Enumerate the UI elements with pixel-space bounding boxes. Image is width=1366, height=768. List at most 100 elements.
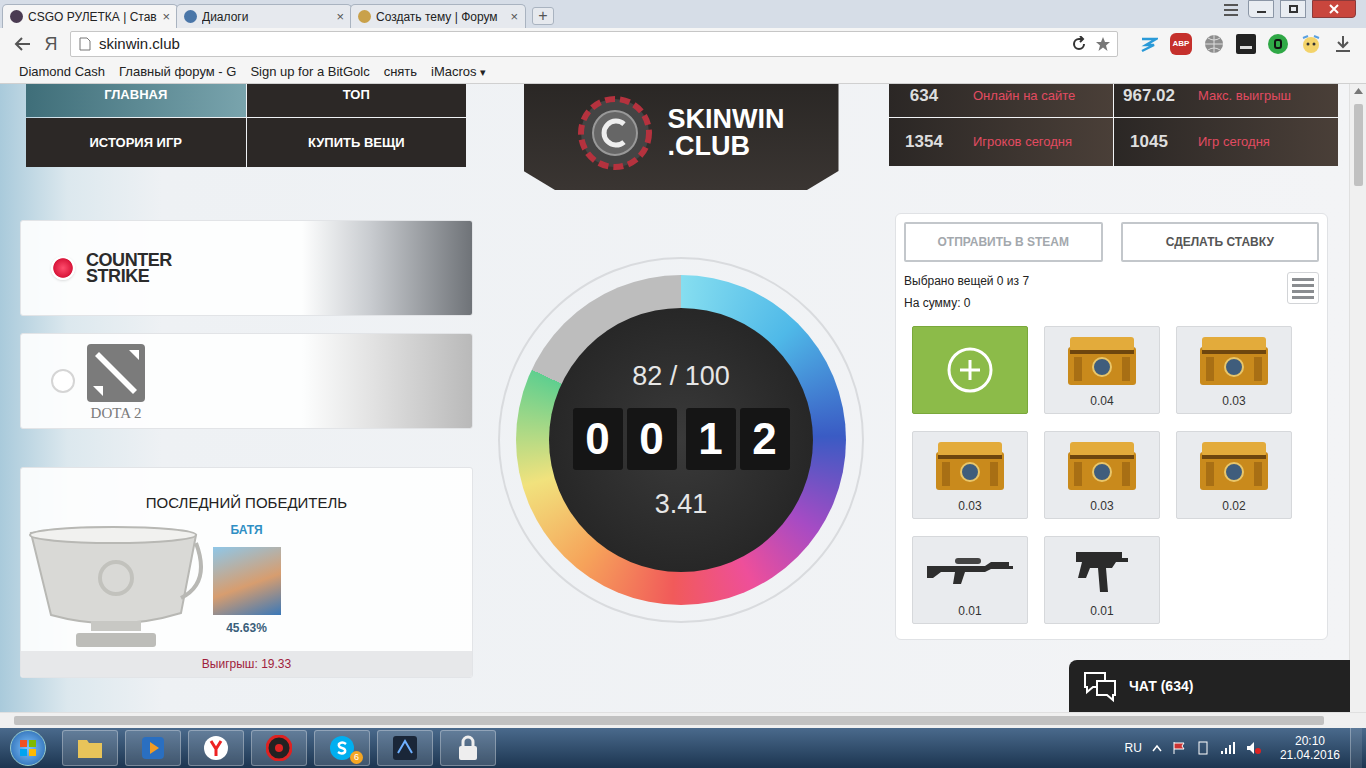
item-price: 0.01 (958, 602, 981, 620)
scrollbar-thumb[interactable] (14, 716, 1324, 725)
yandex-button[interactable]: Я (42, 31, 60, 58)
roulette-center: 82 / 10000123.41 (549, 308, 813, 572)
bookmark[interactable]: Diamond Cash (19, 62, 105, 82)
roulette-outer-ring: 82 / 10000123.41 (498, 257, 864, 623)
radio-button[interactable] (51, 369, 75, 393)
tab-title: Диалоги (202, 8, 331, 26)
signal-icon[interactable] (1220, 741, 1236, 755)
url-text: skinwin.club (99, 33, 1063, 56)
radio-button[interactable] (51, 256, 75, 280)
scrollbar-thumb[interactable] (1354, 104, 1363, 186)
browser-tab[interactable]: Создать тему | Форум× (350, 4, 526, 28)
chat-button[interactable]: ЧАТ (634) (1069, 660, 1350, 712)
time: 20:10 (1295, 734, 1325, 748)
bank-amount: 3.41 (655, 484, 708, 525)
download-icon[interactable] (1334, 35, 1352, 53)
adblock-icon[interactable]: ABP (1170, 33, 1192, 55)
action-button[interactable]: СДЕЛАТЬ СТАВКУ (1121, 222, 1320, 262)
item-price: 0.03 (958, 497, 981, 515)
back-icon[interactable] (14, 36, 32, 52)
inventory-item[interactable]: 0.01 (1044, 536, 1160, 624)
bookmark[interactable]: iMacros▾ (431, 62, 486, 82)
reload-icon[interactable] (1071, 36, 1087, 52)
close-window-button[interactable] (1312, 0, 1356, 18)
bookmark[interactable]: Sign up for a BitGolc (250, 62, 369, 82)
menu-button[interactable] (1220, 2, 1242, 18)
stat-label: Игроков сегодня (973, 132, 1072, 152)
nav-item[interactable]: КУПИТЬ ВЕЩИ (247, 118, 467, 167)
tab-strip: CSGO РУЛЕТКА | Став×Диалоги×Создать тему… (0, 0, 1366, 28)
add-item-button[interactable] (912, 326, 1028, 414)
extension-icon[interactable] (1236, 34, 1256, 54)
inventory-item[interactable]: 0.03 (1044, 431, 1160, 519)
extension-icon[interactable] (1140, 35, 1158, 53)
bookmark[interactable]: снять (384, 62, 417, 82)
show-desktop-button[interactable] (1350, 728, 1362, 768)
taskbar-app[interactable]: 6 (314, 730, 370, 766)
case-icon (1064, 331, 1140, 389)
tab-close-button[interactable]: × (510, 10, 518, 23)
inventory-item[interactable]: 0.03 (912, 431, 1028, 519)
volume-icon[interactable] (1246, 741, 1262, 755)
tab-close-button[interactable]: × (336, 10, 344, 23)
winner-prize: Выигрыш: 19.33 (21, 651, 472, 677)
item-price: 0.02 (1222, 497, 1245, 515)
url-field[interactable]: skinwin.club (70, 31, 1118, 57)
winner-chance: 45.63% (226, 619, 267, 637)
nav-item[interactable]: ИСТОРИЯ ИГР (26, 118, 246, 167)
favicon-icon (358, 10, 371, 23)
item-price: 0.04 (1090, 392, 1113, 410)
tab-close-button[interactable]: × (162, 10, 170, 23)
device-icon[interactable] (1196, 741, 1210, 755)
nav-item[interactable]: ТОП (247, 84, 467, 117)
star-icon[interactable] (1095, 36, 1111, 52)
case-icon (1196, 436, 1272, 494)
flag-icon[interactable] (1172, 741, 1186, 755)
scroll-up-icon[interactable] (1354, 88, 1363, 94)
item-price: 0.01 (1090, 602, 1113, 620)
stat-value: 967.02 (1114, 84, 1184, 108)
extension-icon[interactable] (1268, 34, 1288, 54)
system-tray: RU 20:1021.04.2016 (1125, 728, 1366, 768)
nav-item[interactable]: ГЛАВНАЯ (26, 84, 246, 117)
bookmark[interactable]: Главный форум - G (119, 62, 236, 82)
browser-tab[interactable]: Диалоги × (176, 4, 352, 28)
page-viewport: ГЛАВНАЯТОПИСТОРИЯ ИГРКУПИТЬ ВЕЩИ COUNTERS… (0, 84, 1366, 712)
app-icon (266, 735, 292, 761)
game-card[interactable]: DOTA 2 (20, 333, 473, 429)
action-button[interactable]: ОТПРАВИТЬ В STEAM (904, 222, 1103, 262)
game-card[interactable]: COUNTERSTRIKE (20, 220, 473, 316)
new-tab-button[interactable]: + (532, 7, 554, 25)
horizontal-scrollbar[interactable] (0, 712, 1366, 728)
inventory-item[interactable]: 0.01 (912, 536, 1028, 624)
taskbar-app[interactable] (125, 730, 181, 766)
maximize-button[interactable] (1280, 0, 1306, 18)
taskbar-app[interactable] (377, 730, 433, 766)
stat-tile: 1045Игр сегодня (1114, 118, 1338, 166)
face-icon[interactable] (1300, 34, 1322, 54)
stat-label: Макс. выигрыш (1198, 86, 1291, 106)
taskbar-app[interactable] (62, 730, 118, 766)
minimize-button[interactable] (1248, 0, 1274, 18)
vertical-scrollbar[interactable] (1349, 84, 1366, 712)
page-icon (79, 37, 91, 51)
inventory-item[interactable]: 0.02 (1176, 431, 1292, 519)
menu-icon[interactable] (1287, 272, 1319, 304)
site-logo[interactable]: SKINWIN.CLUB (524, 84, 839, 190)
start-button[interactable] (0, 730, 55, 766)
taskbar-app[interactable] (188, 730, 244, 766)
taskbar-app[interactable] (251, 730, 307, 766)
stat-value: 634 (889, 84, 959, 108)
game-art (302, 334, 472, 428)
screen: CSGO РУЛЕТКА | Став×Диалоги×Создать тему… (0, 0, 1366, 768)
tray-arrow-icon[interactable] (1152, 744, 1162, 752)
globe-icon[interactable] (1204, 34, 1224, 54)
browser-tab[interactable]: CSGO РУЛЕТКА | Став× (2, 4, 178, 28)
language-indicator[interactable]: RU (1125, 739, 1142, 757)
app-icon (392, 735, 418, 761)
inventory-item[interactable]: 0.04 (1044, 326, 1160, 414)
taskbar-app[interactable] (440, 730, 496, 766)
clock[interactable]: 20:1021.04.2016 (1280, 734, 1340, 763)
inventory-item[interactable]: 0.03 (1176, 326, 1292, 414)
date: 21.04.2016 (1280, 748, 1340, 762)
